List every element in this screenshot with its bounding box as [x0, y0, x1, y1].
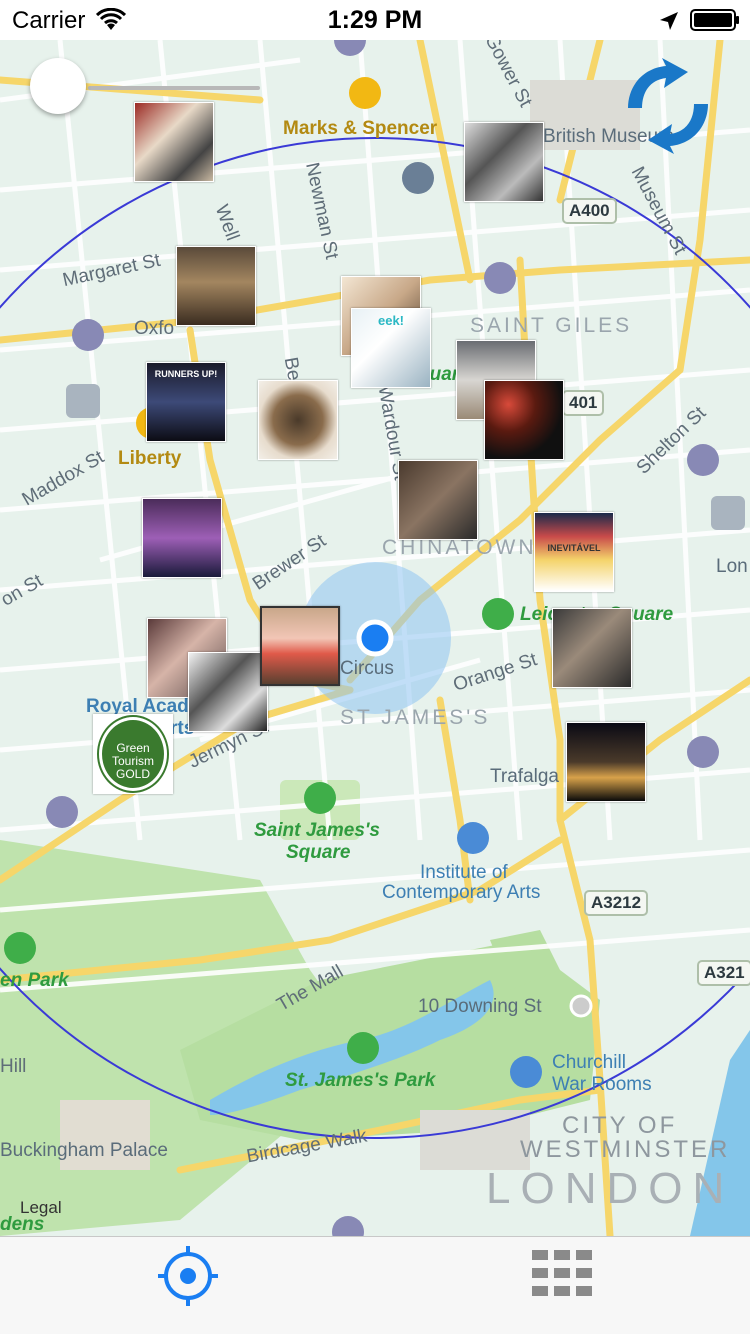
label-hill: Hill [0, 1056, 27, 1077]
photo-magazine-caption: eek! [377, 313, 405, 328]
tab-bar [0, 1236, 750, 1334]
photo-street-crowd[interactable] [398, 460, 478, 540]
radius-slider-knob[interactable] [30, 58, 86, 114]
photo-concert[interactable] [142, 498, 222, 578]
map-base [0, 40, 750, 1236]
label-downing-st: 10 Downing St [418, 996, 542, 1017]
label-saint-giles: SAINT GILES [470, 314, 633, 337]
photo-poster-caption: INEVITÁVEL [547, 543, 601, 553]
legal-link[interactable]: Legal [20, 1198, 62, 1218]
photo-poster[interactable]: INEVITÁVEL [534, 512, 614, 592]
photo-green-tourism[interactable]: Green Tourism GOLD [93, 714, 173, 794]
photo-shopfront[interactable] [176, 246, 256, 326]
photo-group-selfie[interactable] [552, 608, 632, 688]
label-saint-james-square-1: Saint James's [254, 820, 380, 841]
photo-neon-bar[interactable] [484, 380, 564, 460]
label-buckingham-palace: Buckingham Palace [0, 1140, 168, 1161]
label-st-james: ST JAMES'S [340, 706, 491, 729]
location-arrow-icon [660, 12, 678, 30]
label-liberty: Liberty [118, 448, 182, 469]
label-green-park: en Park [0, 970, 69, 991]
label-churchill-2: War Rooms [552, 1074, 652, 1095]
battery-icon [690, 9, 739, 31]
label-a401: 401 [562, 390, 605, 416]
map-view[interactable]: Marks & Spencer British Museum A400 Marg… [0, 40, 750, 1236]
photo-runners-up[interactable]: RUNNERS UP! [146, 362, 226, 442]
photo-bw-lying[interactable] [188, 652, 268, 732]
label-lon: Lon [716, 556, 748, 577]
label-a400: A400 [562, 198, 617, 224]
user-location-dot [356, 619, 394, 657]
crosshair-icon[interactable] [156, 1244, 220, 1308]
photo-food-tray[interactable] [134, 102, 214, 182]
green-tourism-badge: Green Tourism GOLD [97, 715, 169, 793]
label-marks-spencer: Marks & Spencer [283, 118, 438, 139]
refresh-arrows-icon[interactable] [618, 56, 718, 156]
label-london: LONDON [486, 1164, 735, 1213]
grid-icon[interactable] [532, 1250, 594, 1300]
label-trafalgar: Trafalga [490, 766, 559, 787]
label-institute-1: Institute of [420, 862, 508, 883]
photo-night-street[interactable] [566, 722, 646, 802]
label-a3212: A3212 [584, 890, 649, 916]
label-saint-james-square-2: Square [286, 842, 351, 863]
clock: 1:29 PM [327, 6, 423, 34]
photo-museum-interior[interactable] [464, 122, 544, 202]
label-oxford: Oxfo [134, 318, 175, 339]
status-bar: Carrier 1:29 PM [0, 0, 750, 40]
photo-dish[interactable] [258, 380, 338, 460]
label-churchill-1: Churchill [552, 1052, 626, 1073]
label-st-james-park: St. James's Park [285, 1070, 436, 1091]
label-berwick-st: Be [279, 355, 305, 383]
label-institute-2: Contemporary Arts [382, 882, 541, 903]
radius-slider-track[interactable] [88, 86, 260, 90]
label-a321: A321 [697, 960, 750, 986]
label-circus: Circus [340, 658, 394, 679]
photo-magazine[interactable]: eek! [351, 308, 431, 388]
photo-two-women[interactable] [260, 606, 340, 686]
photo-runners-up-caption: RUNNERS UP! [154, 369, 218, 379]
label-city-of-2: WESTMINSTER [520, 1136, 731, 1163]
